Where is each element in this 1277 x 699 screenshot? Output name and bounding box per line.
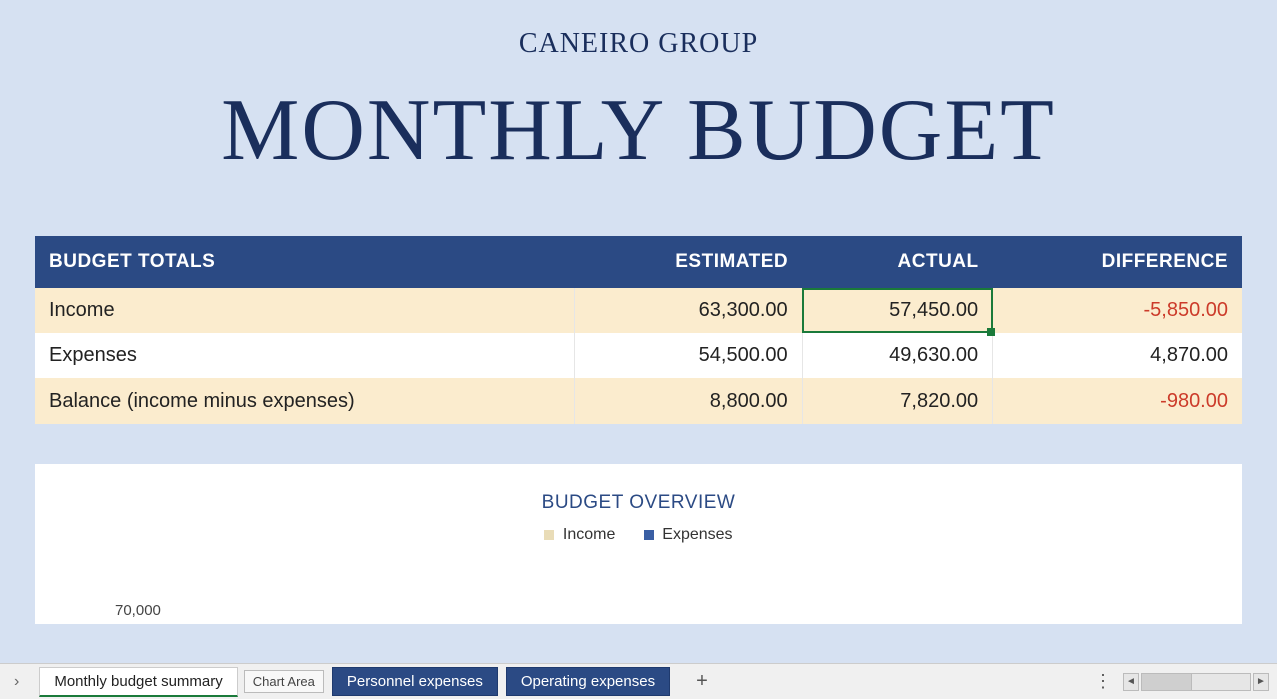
sheet-tab[interactable]: Personnel expenses — [332, 667, 498, 696]
cell-actual[interactable]: 49,630.00 — [802, 333, 993, 378]
y-axis-tick: 70,000 — [115, 602, 161, 619]
add-sheet-button[interactable]: + — [690, 670, 714, 693]
chart-legend: Income Expenses — [35, 526, 1242, 544]
chart-area-tooltip: Chart Area — [244, 670, 324, 693]
cell-estimated[interactable]: 54,500.00 — [575, 333, 802, 378]
sheet-tab-bar: › Monthly budget summary Chart Area Pers… — [0, 663, 1277, 699]
cell-estimated[interactable]: 8,800.00 — [575, 378, 802, 424]
sheet-tab[interactable]: Operating expenses — [506, 667, 670, 696]
chart-area[interactable]: BUDGET OVERVIEW Income Expenses 70,000 — [35, 464, 1242, 624]
scroll-right-icon[interactable]: ► — [1253, 673, 1269, 691]
cell-label[interactable]: Income — [35, 288, 575, 333]
cell-difference[interactable]: -980.00 — [993, 378, 1242, 424]
scroll-thumb[interactable] — [1142, 674, 1192, 690]
worksheet-area[interactable]: CANEIRO GROUP MONTHLY BUDGET BUDGET TOTA… — [0, 0, 1277, 663]
cell-difference[interactable]: 4,870.00 — [993, 333, 1242, 378]
cell-difference[interactable]: -5,850.00 — [993, 288, 1242, 333]
col-header-difference[interactable]: DIFFERENCE — [993, 236, 1242, 288]
scroll-track[interactable] — [1141, 673, 1251, 691]
legend-label: Expenses — [662, 526, 732, 543]
cell-label[interactable]: Expenses — [35, 333, 575, 378]
tab-nav-prev-icon[interactable]: › — [8, 673, 25, 691]
col-header-actual[interactable]: ACTUAL — [802, 236, 993, 288]
horizontal-scrollbar[interactable]: ◄ ► — [1123, 673, 1269, 691]
budget-totals-table: BUDGET TOTALS ESTIMATED ACTUAL DIFFERENC… — [35, 236, 1242, 424]
cell-actual[interactable]: 7,820.00 — [802, 378, 993, 424]
table-row: Balance (income minus expenses) 8,800.00… — [35, 378, 1242, 424]
col-header-label[interactable]: BUDGET TOTALS — [35, 236, 575, 288]
chart-title: BUDGET OVERVIEW — [35, 492, 1242, 514]
page-title: MONTHLY BUDGET — [35, 80, 1242, 181]
table-header-row: BUDGET TOTALS ESTIMATED ACTUAL DIFFERENC… — [35, 236, 1242, 288]
tab-options-icon[interactable]: ⋮ — [1084, 671, 1123, 692]
legend-swatch-icon — [644, 530, 654, 540]
cell-label[interactable]: Balance (income minus expenses) — [35, 378, 575, 424]
cell-actual[interactable]: 57,450.00 — [802, 288, 993, 333]
col-header-estimated[interactable]: ESTIMATED — [575, 236, 802, 288]
cell-estimated[interactable]: 63,300.00 — [575, 288, 802, 333]
legend-label: Income — [563, 526, 615, 543]
legend-item-expenses[interactable]: Expenses — [644, 526, 733, 544]
table-row: Expenses 54,500.00 49,630.00 4,870.00 — [35, 333, 1242, 378]
sheet-tab-active[interactable]: Monthly budget summary — [39, 667, 237, 697]
table-row: Income 63,300.00 57,450.00 -5,850.00 — [35, 288, 1242, 333]
scroll-left-icon[interactable]: ◄ — [1123, 673, 1139, 691]
legend-item-income[interactable]: Income — [544, 526, 615, 544]
legend-swatch-icon — [544, 530, 554, 540]
company-name: CANEIRO GROUP — [35, 0, 1242, 60]
